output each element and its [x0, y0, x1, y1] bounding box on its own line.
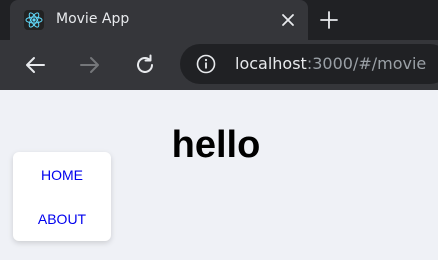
react-logo-icon: [24, 10, 44, 30]
new-tab-icon[interactable]: [319, 10, 339, 30]
browser-tab[interactable]: Movie App: [10, 0, 308, 40]
forward-arrow-icon[interactable]: [78, 53, 102, 77]
browser-tab-strip: Movie App: [0, 0, 438, 40]
browser-toolbar: localhost:3000/#/movie: [0, 40, 438, 90]
page-viewport: hello HOME ABOUT: [0, 90, 438, 260]
url-host: localhost: [235, 54, 307, 73]
navigation-card: HOME ABOUT: [13, 152, 111, 241]
nav-link-home[interactable]: HOME: [13, 167, 111, 183]
close-icon[interactable]: [280, 12, 296, 28]
back-arrow-icon[interactable]: [23, 53, 47, 77]
url-text[interactable]: localhost:3000/#/movie: [235, 54, 426, 73]
reload-icon[interactable]: [133, 53, 157, 77]
info-icon[interactable]: [196, 54, 216, 74]
nav-link-about[interactable]: ABOUT: [13, 211, 111, 227]
url-rest: :3000/#/movie: [306, 54, 427, 73]
tab-title: Movie App: [56, 11, 130, 27]
address-bar[interactable]: localhost:3000/#/movie: [180, 44, 438, 84]
